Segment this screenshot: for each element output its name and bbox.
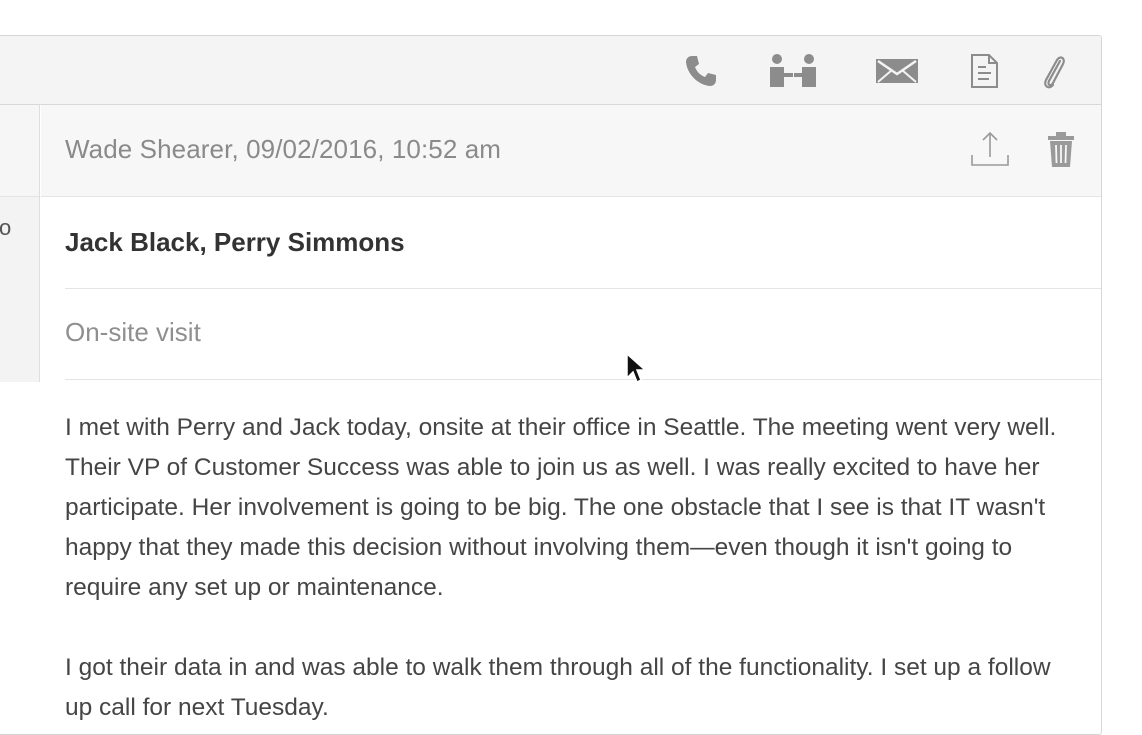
mouse-pointer-icon (625, 352, 649, 393)
subject-text: On-site visit (65, 317, 201, 347)
email-icon[interactable] (875, 51, 919, 91)
note-subject: On-site visit (65, 289, 1101, 380)
note-attendees: Jack Black, Perry Simmons (65, 197, 1101, 289)
activity-list-row[interactable] (0, 105, 39, 197)
phone-icon[interactable] (683, 51, 719, 91)
document-icon[interactable] (969, 51, 999, 91)
activity-panel: o Wade Shearer, 09/02/2016, 10:52 am Jac… (0, 35, 1102, 735)
note-paragraph: I got their data in and was able to walk… (65, 654, 1051, 721)
trash-icon[interactable] (1047, 129, 1075, 174)
note-author-timestamp: Wade Shearer, 09/02/2016, 10:52 am (65, 134, 502, 164)
paperclip-icon[interactable] (1041, 51, 1067, 91)
share-upload-icon[interactable] (970, 129, 1010, 174)
attendees-text: Jack Black, Perry Simmons (65, 227, 405, 257)
note-body: I met with Perry and Jack today, onsite … (65, 408, 1075, 734)
meeting-icon[interactable] (767, 51, 819, 91)
list-item-text: o (0, 215, 12, 240)
note-header: Wade Shearer, 09/02/2016, 10:52 am (41, 105, 1101, 197)
activity-list-column: o (0, 105, 40, 382)
note-paragraph: I met with Perry and Jack today, onsite … (65, 414, 1057, 601)
activity-toolbar (0, 36, 1101, 105)
